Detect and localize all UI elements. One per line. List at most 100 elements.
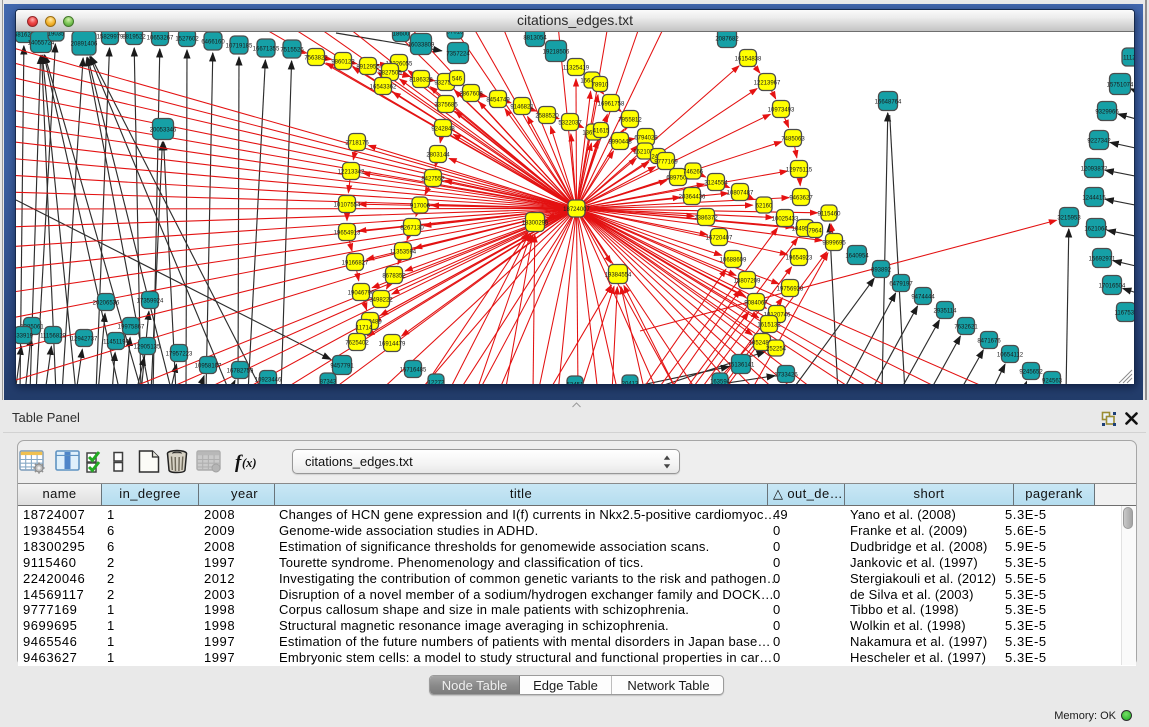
- svg-text:8471676: 8471676: [977, 338, 1001, 344]
- svg-text:1244415: 1244415: [1082, 195, 1106, 201]
- svg-text:1621064: 1621064: [1084, 226, 1108, 232]
- svg-text:19384554: 19384554: [605, 272, 632, 278]
- svg-text:12213342: 12213342: [338, 169, 365, 175]
- svg-text:12975115: 12975115: [786, 167, 813, 173]
- svg-text:20364436: 20364436: [679, 194, 706, 200]
- svg-text:2087682: 2087682: [715, 36, 739, 42]
- svg-text:2718176: 2718176: [345, 140, 369, 146]
- svg-text:20206536: 20206536: [93, 300, 120, 306]
- svg-text:924563: 924563: [1042, 378, 1063, 384]
- svg-text:10654112: 10654112: [997, 352, 1024, 358]
- svg-text:16671355: 16671355: [253, 46, 280, 52]
- svg-text:16782759: 16782759: [227, 368, 254, 374]
- svg-text:18807209: 18807209: [734, 278, 761, 284]
- svg-text:8819522: 8819522: [122, 34, 146, 40]
- svg-text:8427552: 8427552: [421, 176, 445, 182]
- svg-text:6466160: 6466160: [201, 39, 225, 45]
- svg-text:16914479: 16914479: [379, 341, 406, 347]
- svg-text:15692971: 15692971: [1089, 256, 1116, 262]
- svg-text:11124: 11124: [1123, 55, 1134, 61]
- svg-text:9899695: 9899695: [822, 240, 846, 246]
- svg-text:10025433: 10025433: [772, 216, 799, 222]
- svg-text:7955812: 7955812: [618, 117, 642, 123]
- svg-text:10973493: 10973493: [768, 107, 795, 113]
- svg-text:17359924: 17359924: [137, 298, 164, 304]
- svg-text:78910: 78910: [592, 82, 609, 88]
- svg-text:7485063: 7485063: [781, 136, 805, 142]
- svg-text:252254: 252254: [766, 346, 787, 352]
- svg-text:12213967: 12213967: [754, 80, 781, 86]
- svg-text:41615: 41615: [593, 128, 610, 134]
- svg-text:11451194: 11451194: [103, 339, 129, 345]
- svg-text:16961758: 16961758: [598, 101, 625, 107]
- svg-text:16648764: 16648764: [875, 99, 902, 105]
- svg-text:16154838: 16154838: [735, 56, 762, 62]
- svg-text:19654923: 19654923: [786, 255, 813, 261]
- svg-text:9084067: 9084067: [744, 300, 768, 306]
- svg-text:9146821: 9146821: [510, 104, 534, 110]
- svg-text:7632621: 7632621: [954, 324, 978, 330]
- svg-text:15136141: 15136141: [728, 362, 755, 368]
- svg-text:8678352: 8678352: [382, 273, 406, 279]
- svg-text:1527602: 1527602: [175, 36, 199, 42]
- svg-text:9329966: 9329966: [1095, 109, 1119, 115]
- svg-text:16033809: 16033809: [408, 42, 435, 48]
- svg-text:9115460: 9115460: [818, 211, 842, 217]
- svg-text:62160: 62160: [756, 203, 773, 209]
- svg-text:12093872: 12093872: [1081, 166, 1108, 172]
- svg-text:19654913: 19654913: [334, 230, 361, 236]
- svg-text:2867608: 2867608: [459, 91, 483, 97]
- svg-text:7625402: 7625402: [345, 340, 369, 346]
- svg-text:8454749: 8454749: [486, 97, 510, 103]
- svg-text:(x): (x): [242, 456, 257, 470]
- svg-text:12272: 12272: [428, 380, 445, 384]
- svg-text:8912955: 8912955: [356, 64, 380, 70]
- svg-text:7964: 7964: [808, 228, 822, 234]
- svg-text:8990448: 8990448: [608, 139, 632, 145]
- svg-text:10107554: 10107554: [334, 202, 361, 208]
- svg-text:15720407: 15720407: [706, 235, 733, 241]
- svg-text:893892: 893892: [871, 267, 892, 273]
- svg-text:917006: 917006: [410, 203, 431, 209]
- svg-text:3375685: 3375685: [434, 102, 458, 108]
- svg-text:19756928: 19756928: [777, 286, 804, 292]
- svg-text:10807487: 10807487: [727, 190, 754, 196]
- svg-text:8267130: 8267130: [400, 225, 424, 231]
- svg-text:3215953: 3215953: [1057, 215, 1081, 221]
- svg-text:20053346: 20053346: [150, 127, 177, 133]
- svg-text:133919: 133919: [16, 333, 34, 339]
- svg-text:9227342: 9227342: [1087, 138, 1111, 144]
- svg-text:97013: 97013: [447, 32, 464, 35]
- svg-text:18600: 18600: [393, 32, 410, 37]
- svg-text:1167533: 1167533: [1115, 310, 1134, 316]
- svg-text:8813054: 8813054: [523, 35, 547, 41]
- svg-text:87343: 87343: [320, 379, 337, 384]
- svg-text:16543362: 16543362: [370, 84, 397, 90]
- svg-text:7386372: 7386372: [694, 215, 718, 221]
- svg-text:19035: 19035: [48, 32, 65, 37]
- svg-text:1733426: 1733426: [774, 372, 798, 378]
- svg-text:17016504: 17016504: [1099, 283, 1126, 289]
- svg-text:9457791: 9457791: [330, 363, 354, 369]
- svg-text:12905135: 12905135: [134, 344, 161, 350]
- svg-text:9860123: 9860123: [331, 59, 355, 65]
- svg-text:18724007: 18724007: [563, 207, 590, 213]
- svg-text:1615132: 1615132: [757, 322, 781, 328]
- svg-text:19046796: 19046796: [348, 290, 375, 296]
- svg-text:2803144: 2803144: [426, 152, 450, 158]
- svg-text:11325419: 11325419: [563, 65, 590, 71]
- svg-text:9777169: 9777169: [654, 159, 678, 165]
- svg-text:18300295: 18300295: [522, 220, 549, 226]
- svg-text:2588520: 2588520: [535, 113, 559, 119]
- svg-text:3124554: 3124554: [704, 180, 728, 186]
- svg-text:15751074: 15751074: [1107, 82, 1134, 88]
- svg-text:10958107: 10958107: [195, 363, 222, 369]
- svg-text:11353594: 11353594: [390, 249, 417, 255]
- svg-text:1640954: 1640954: [845, 253, 869, 259]
- svg-text:9463627: 9463627: [789, 195, 813, 201]
- svg-text:10653267: 10653267: [147, 35, 174, 41]
- svg-text:6479197: 6479197: [889, 281, 913, 287]
- svg-text:3498222: 3498222: [369, 297, 393, 303]
- svg-text:17957223: 17957223: [166, 351, 193, 357]
- svg-text:2935114: 2935114: [934, 308, 958, 314]
